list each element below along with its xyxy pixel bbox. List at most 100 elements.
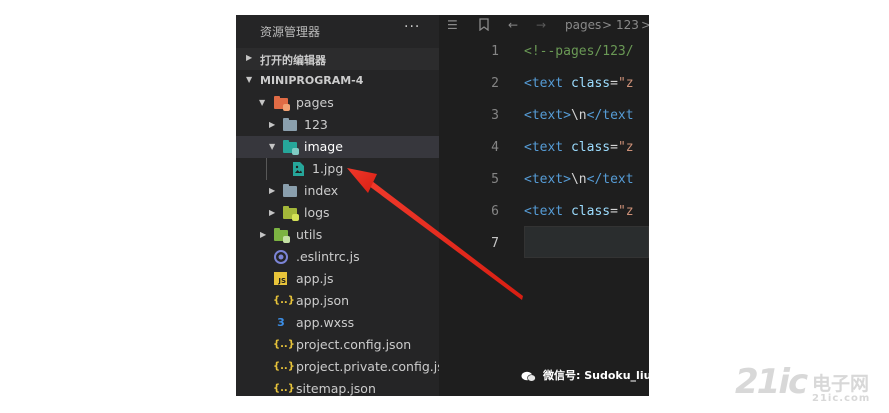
code-line[interactable]: <text>\n</text — [524, 172, 634, 187]
code-line[interactable]: <text class="z — [524, 204, 634, 219]
breadcrumb-123[interactable]: 123 — [616, 18, 639, 32]
wechat-watermark: 微信号: Sudoku_liu — [543, 369, 652, 382]
list-icon[interactable]: ☰ — [447, 18, 458, 32]
code-editor[interactable]: ☰ ← → pages > 123 > 1 2 3 4 5 6 7 <!--pa… — [439, 15, 649, 396]
code-comment: <!--pages/123/ — [524, 44, 634, 59]
open-editors-section[interactable]: ▶ 打开的编辑器 — [236, 48, 439, 70]
tree-item-label: app.json — [296, 293, 350, 308]
tree-item-utils[interactable]: ▶ utils — [236, 224, 439, 246]
back-arrow-icon[interactable]: ← — [508, 18, 518, 32]
section-label: 打开的编辑器 — [260, 54, 326, 67]
code-line[interactable]: <text>\n</text — [524, 108, 634, 123]
tree-item-eslintrc[interactable]: .eslintrc.js — [236, 246, 439, 268]
chevron-right-icon: ▶ — [269, 186, 276, 195]
brand-logo: 21ic — [735, 362, 808, 402]
explorer-header: 资源管理器 ··· — [236, 15, 439, 47]
forward-arrow-icon[interactable]: → — [536, 18, 546, 32]
tree-item-app-json[interactable]: {..} app.json — [236, 290, 439, 312]
project-section[interactable]: ▼ MINIPROGRAM-4 — [236, 70, 439, 92]
tree-item-project-private-config[interactable]: {..} project.private.config.js... — [236, 356, 456, 378]
code-equals: = — [610, 76, 618, 91]
line-number: 7 — [491, 236, 499, 251]
chevron-right-icon: ▶ — [269, 120, 276, 129]
json-file-icon: {..} — [273, 295, 295, 306]
code-string: "z — [617, 76, 634, 91]
tree-item-pages[interactable]: ▼ pages — [236, 92, 439, 114]
section-label: MINIPROGRAM-4 — [260, 74, 364, 87]
tree-item-index[interactable]: ▶ index — [236, 180, 439, 202]
code-bracket: < — [524, 140, 532, 155]
code-close-tag: </text — [586, 172, 634, 187]
chevron-down-icon: ▼ — [246, 75, 253, 84]
ide-window: 资源管理器 ··· ▶ 打开的编辑器 ▼ MINIPROGRAM-4 ▼ pag… — [236, 15, 649, 396]
tree-item-label: 123 — [304, 117, 328, 132]
code-bracket: < — [524, 172, 532, 187]
tree-item-1-jpg[interactable]: 1.jpg — [236, 158, 439, 180]
current-line-highlight — [524, 226, 649, 258]
chevron-right-icon: ▶ — [260, 230, 267, 239]
line-number: 5 — [491, 172, 499, 187]
tree-item-logs[interactable]: ▶ logs — [236, 202, 439, 224]
wechat-icon — [521, 371, 536, 382]
breadcrumb-separator: > — [602, 18, 613, 32]
folder-icon — [283, 118, 297, 132]
logs-folder-icon — [283, 206, 299, 221]
tree-item-123[interactable]: ▶ 123 — [236, 114, 439, 136]
code-attr: class — [563, 76, 611, 91]
brand-url: 21ic.com — [812, 393, 871, 404]
line-number: 4 — [491, 140, 499, 155]
breadcrumb-pages[interactable]: pages — [565, 18, 601, 32]
pages-folder-icon — [274, 96, 290, 111]
line-number: 1 — [491, 44, 499, 59]
tree-item-label: index — [304, 183, 339, 198]
breadcrumb-separator: > — [641, 18, 649, 32]
tree-item-label: pages — [296, 95, 334, 110]
css-file-icon: 3 — [277, 316, 285, 329]
tree-item-label: project.config.json — [296, 337, 412, 352]
code-tag: text — [531, 76, 564, 91]
json-file-icon: {..} — [273, 339, 295, 350]
code-text: \n — [570, 172, 587, 187]
code-line[interactable]: <!--pages/123/ — [524, 44, 634, 59]
code-equals: = — [610, 204, 618, 219]
explorer-title: 资源管理器 — [260, 25, 321, 39]
more-actions-button[interactable]: ··· — [404, 19, 420, 35]
tree-item-label: logs — [304, 205, 330, 220]
json-file-icon: {..} — [273, 383, 295, 394]
tree-item-app-js[interactable]: JS app.js — [236, 268, 439, 290]
code-bracket: < — [524, 204, 532, 219]
code-equals: = — [610, 140, 618, 155]
bookmark-icon[interactable] — [479, 18, 489, 34]
code-tag: text — [531, 108, 564, 123]
code-line[interactable]: <text class="z — [524, 140, 634, 155]
tree-item-sitemap[interactable]: {..} sitemap.json — [236, 378, 439, 396]
chevron-right-icon: ▶ — [246, 53, 253, 62]
folder-icon — [283, 184, 297, 198]
code-tag: text — [531, 140, 564, 155]
line-number: 3 — [491, 108, 499, 123]
tree-item-label: image — [304, 139, 343, 154]
utils-folder-icon — [274, 228, 290, 243]
code-bracket: < — [524, 76, 532, 91]
code-bracket: < — [524, 108, 532, 123]
code-line[interactable]: <text class="z — [524, 76, 634, 91]
code-text: \n — [570, 108, 587, 123]
image-folder-icon — [283, 140, 299, 155]
chevron-down-icon: ▼ — [259, 98, 266, 107]
tree-item-label: app.js — [296, 271, 334, 286]
code-tag: text — [531, 172, 564, 187]
tree-item-app-wxss[interactable]: 3 app.wxss — [236, 312, 439, 334]
line-number: 2 — [491, 76, 499, 91]
line-number: 6 — [491, 204, 499, 219]
code-attr: class — [563, 204, 611, 219]
code-string: "z — [617, 140, 634, 155]
tree-item-project-config[interactable]: {..} project.config.json — [236, 334, 439, 356]
json-file-icon: {..} — [273, 361, 295, 372]
image-file-icon — [292, 162, 306, 176]
editor-toolbar: ☰ ← → pages > 123 > — [439, 15, 649, 37]
tree-item-label: project.private.config.js... — [296, 359, 456, 374]
brand-name: 电子网 — [812, 373, 870, 395]
js-file-icon: JS — [274, 272, 287, 285]
tree-item-image[interactable]: ▼ image — [236, 136, 439, 158]
eslint-icon — [274, 250, 288, 264]
